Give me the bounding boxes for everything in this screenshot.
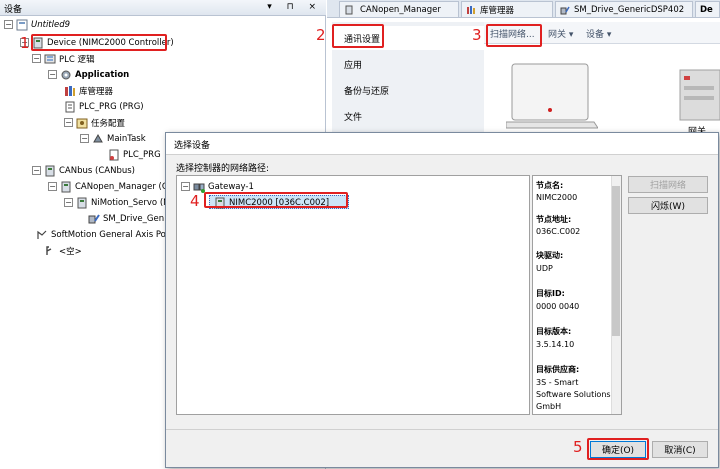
plc-logic-icon (44, 54, 56, 63)
side-menu-files[interactable]: 文件 (344, 110, 362, 123)
collapse-toggle[interactable]: − (64, 198, 73, 207)
library-manager-icon (467, 5, 475, 14)
side-menu-application[interactable]: 应用 (344, 58, 362, 71)
dialog-title: 选择设备 (174, 141, 211, 151)
tree-item-project[interactable]: − Untitled9 (4, 17, 70, 32)
collapse-toggle[interactable]: − (181, 182, 190, 191)
tab-sm-drive[interactable]: SM_Drive_GenericDSP402 (555, 1, 693, 17)
panel-header-buttons[interactable]: ▾ ⊓ × (267, 2, 322, 12)
axis-pool-icon (37, 230, 47, 239)
info-scrollbar-thumb[interactable] (612, 186, 620, 336)
editor-tabs-bar: CANopen_Manager 库管理器 SM_Drive_GenericDSP… (327, 0, 720, 18)
tree-item-axis-pool[interactable]: SoftMotion General Axis Poo (36, 227, 171, 242)
drive-icon (560, 6, 570, 14)
annotation-box-3 (486, 24, 542, 47)
side-menu-backup-restore[interactable]: 备份与还原 (344, 84, 389, 97)
annotation-number-3: 3 (472, 26, 482, 44)
annotation-box-5 (587, 438, 649, 460)
tree-item-canbus[interactable]: − CANbus (CANbus) (32, 163, 135, 178)
devices-panel-header: 设备 ▾ ⊓ × (0, 0, 326, 16)
collapse-toggle[interactable]: − (48, 182, 57, 191)
gateway-icon (193, 183, 205, 193)
annotation-number-1: 1 (20, 34, 30, 52)
collapse-toggle[interactable]: − (32, 166, 41, 175)
tree-item-drive[interactable]: SM_Drive_Gen (88, 211, 164, 226)
dialog-separator (166, 429, 718, 430)
tab-library-manager[interactable]: 库管理器 (461, 1, 553, 17)
info-scrollbar[interactable] (611, 176, 621, 414)
tree-item-library-manager[interactable]: 库管理器 (64, 83, 113, 98)
laptop-illustration (506, 63, 598, 129)
tab-device[interactable]: De (695, 1, 720, 17)
canbus-icon (45, 165, 55, 176)
program-icon (65, 101, 75, 112)
annotation-box-4 (204, 192, 348, 208)
tab-canopen-manager[interactable]: CANopen_Manager (339, 1, 459, 17)
program-call-icon (109, 149, 119, 160)
network-path-label: 选择控制器的网络路径: (176, 164, 270, 174)
scan-network-dialog-button[interactable]: 扫描网络 (628, 176, 708, 193)
collapse-toggle[interactable]: − (32, 54, 41, 63)
canopen-manager-icon (61, 181, 71, 192)
gateway-menu[interactable]: 网关 ▾ (548, 27, 573, 40)
annotation-number-2: 2 (316, 26, 326, 44)
library-manager-icon (65, 85, 75, 96)
task-icon (93, 133, 103, 142)
annotation-box-2 (332, 24, 384, 48)
collapse-toggle[interactable]: − (80, 134, 89, 143)
device-info-panel: 节点名: NIMC2000 节点地址: 036C.C002 块驱动: UDP 目… (532, 175, 622, 415)
collapse-toggle[interactable]: − (48, 70, 57, 79)
servo-icon (77, 197, 87, 208)
device-icon (345, 5, 353, 14)
tree-item-servo[interactable]: − NiMotion_Servo (NiM (64, 195, 179, 210)
tree-item-maintask[interactable]: − MainTask (80, 131, 146, 146)
cancel-button[interactable]: 取消(C) (652, 441, 708, 458)
tree-item-task-config[interactable]: − 任务配置 (64, 115, 125, 130)
device-menu[interactable]: 设备 ▾ (586, 27, 611, 40)
task-config-icon (76, 118, 88, 128)
empty-slot-icon (46, 245, 52, 255)
application-gear-icon (61, 70, 71, 79)
tree-item-plc-prg-call[interactable]: PLC_PRG (108, 147, 161, 162)
collapse-toggle[interactable]: − (64, 118, 73, 127)
tree-item-plc-logic[interactable]: − PLC 逻辑 (32, 51, 95, 66)
tree-item-canopen-manager[interactable]: − CANopen_Manager (CAN (48, 179, 180, 194)
project-icon (16, 19, 28, 30)
annotation-number-5: 5 (573, 438, 583, 456)
annotation-box-1 (31, 34, 167, 51)
gateway-illustration (679, 69, 720, 121)
dialog-titlebar: 选择设备 (166, 133, 718, 155)
tree-item-plc-prg[interactable]: PLC_PRG (PRG) (64, 99, 144, 114)
tree-item-empty-slot[interactable]: <空> (44, 243, 82, 258)
collapse-toggle[interactable]: − (4, 20, 13, 29)
drive-icon (88, 213, 100, 223)
wink-button[interactable]: 闪烁(W) (628, 197, 708, 214)
devices-panel-title: 设备 (4, 5, 23, 15)
tree-item-application[interactable]: − Application (48, 67, 129, 82)
annotation-number-4: 4 (190, 192, 200, 210)
network-path-tree[interactable]: − Gateway-1 NIMC2000 [036C.C002] (176, 175, 530, 415)
select-device-dialog: 选择设备 选择控制器的网络路径: − Gateway-1 NIMC2000 [0… (165, 132, 719, 468)
